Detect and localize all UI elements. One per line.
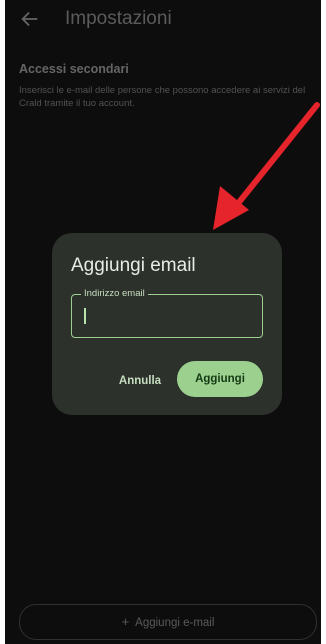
text-cursor: [84, 308, 86, 324]
app-screen: Impostazioni Accessi secondari Inserisci…: [5, 0, 321, 644]
dialog-title: Aggiungi email: [71, 255, 196, 276]
email-field[interactable]: Indirizzo email: [71, 288, 263, 338]
cancel-button[interactable]: Annulla: [112, 366, 168, 396]
email-input[interactable]: [72, 295, 262, 337]
add-email-dialog: Aggiungi email Indirizzo email Annulla A…: [52, 233, 282, 415]
confirm-add-button[interactable]: Aggiungi: [177, 361, 263, 397]
